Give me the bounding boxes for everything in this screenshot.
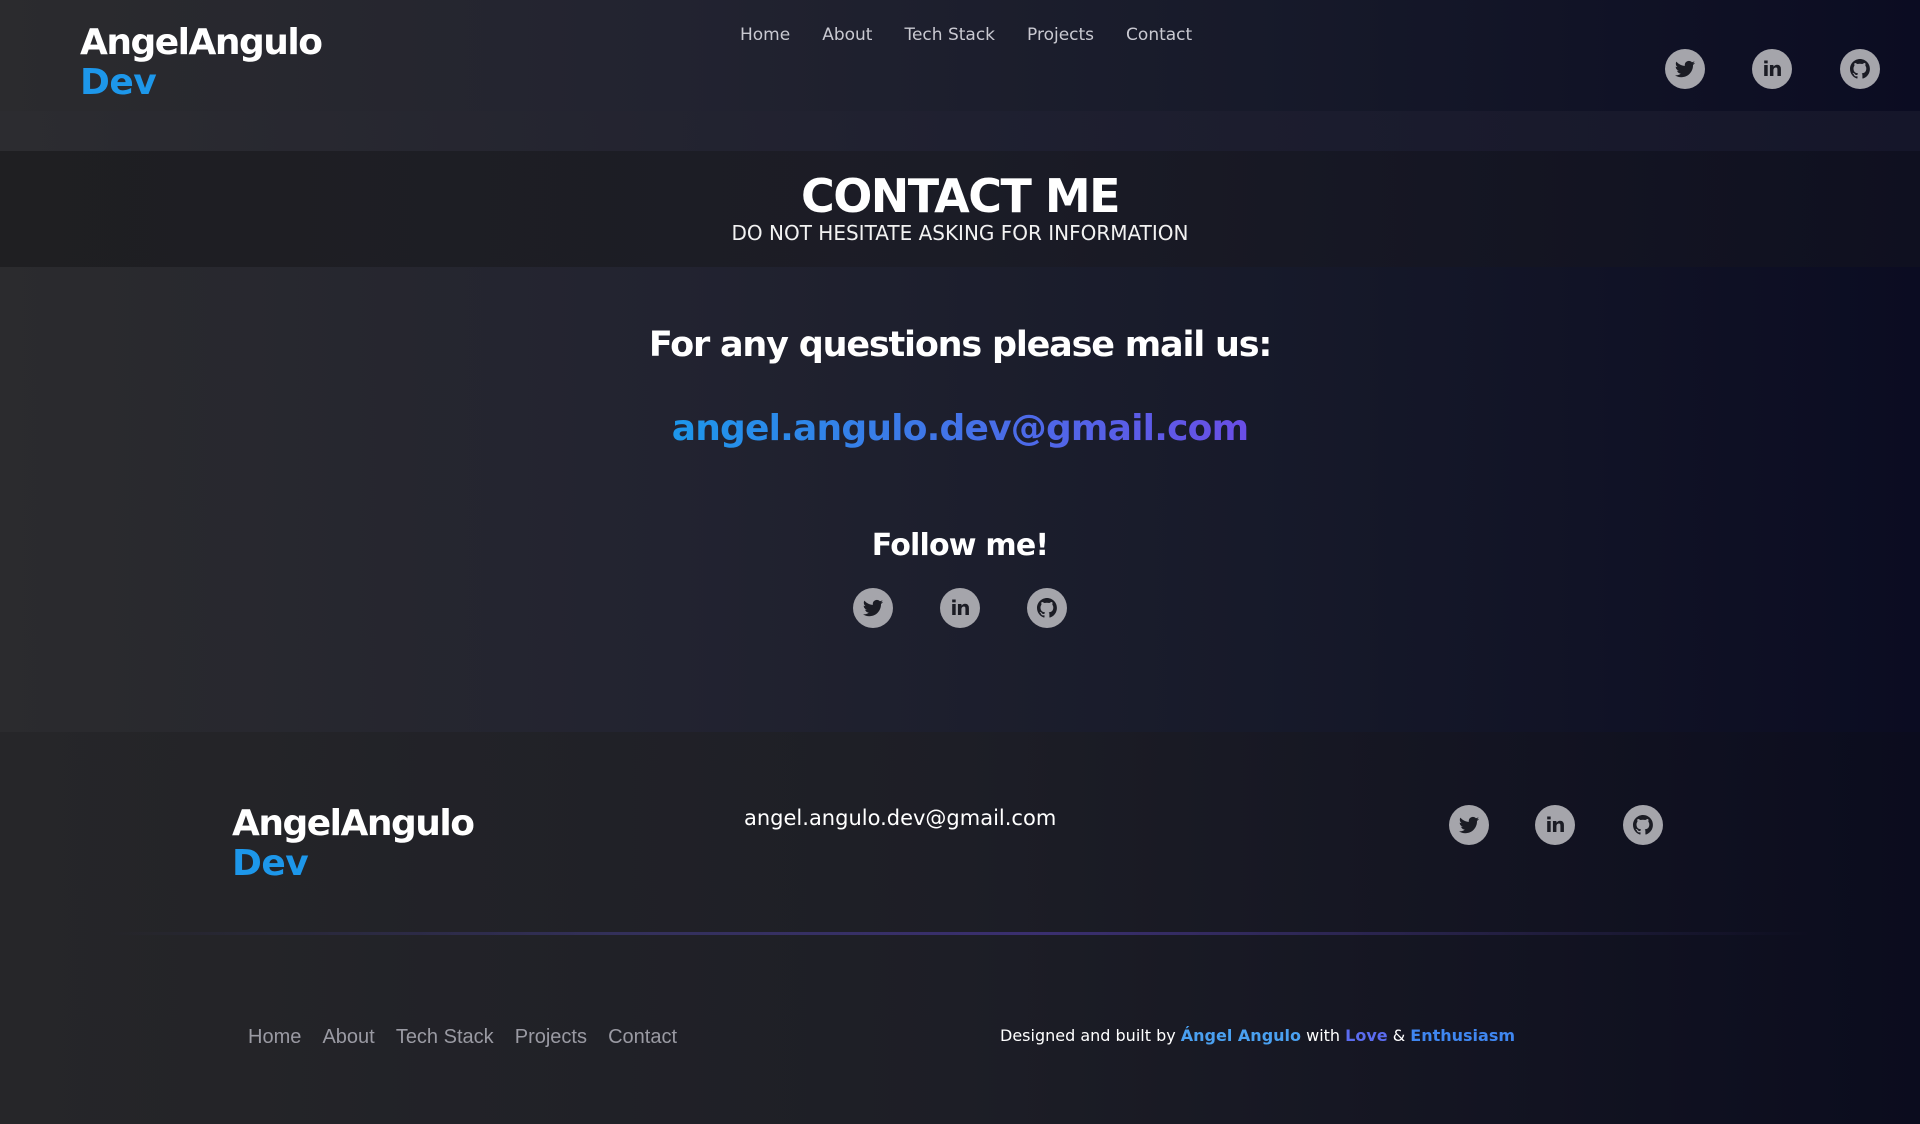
footer-logo-dev: Dev xyxy=(232,843,309,884)
nav-about[interactable]: About xyxy=(822,25,872,45)
twitter-icon[interactable] xyxy=(1449,805,1489,845)
footer-logo-main: AngelAngulo xyxy=(232,803,475,844)
footer-divider xyxy=(110,932,1810,935)
footer-nav-home[interactable]: Home xyxy=(248,1026,301,1048)
footer-nav-about[interactable]: About xyxy=(322,1026,374,1048)
nav-projects[interactable]: Projects xyxy=(1027,25,1094,45)
footer-nav-projects[interactable]: Projects xyxy=(515,1026,587,1048)
contact-question: For any questions please mail us: xyxy=(648,325,1273,365)
twitter-icon[interactable] xyxy=(1665,49,1705,89)
credit-amp: & xyxy=(1387,1026,1411,1045)
credit-with: with xyxy=(1301,1026,1346,1045)
logo[interactable]: AngelAngulo Dev xyxy=(80,22,323,103)
linkedin-glyph: in xyxy=(950,596,970,620)
footer-logo[interactable]: AngelAngulo Dev xyxy=(232,803,475,884)
footer-credit: Designed and built by Ángel Angulo with … xyxy=(1000,1026,1515,1045)
logo-dev: Dev xyxy=(80,62,157,103)
nav-contact[interactable]: Contact xyxy=(1126,25,1192,45)
nav-home[interactable]: Home xyxy=(740,25,790,45)
hero-band: CONTACT ME DO NOT HESITATE ASKING FOR IN… xyxy=(0,151,1920,267)
credit-love: Love xyxy=(1345,1026,1388,1045)
contact-email-wrap: angel.angulo.dev@gmail.com xyxy=(0,408,1920,449)
page-title: CONTACT ME xyxy=(800,169,1121,223)
linkedin-icon[interactable]: in xyxy=(1752,49,1792,89)
linkedin-icon[interactable]: in xyxy=(940,588,980,628)
linkedin-glyph: in xyxy=(1762,57,1782,81)
page-subtitle: DO NOT HESITATE ASKING FOR INFORMATION xyxy=(731,221,1189,245)
footer-email-link[interactable]: angel.angulo.dev@gmail.com xyxy=(744,806,1056,830)
github-icon[interactable] xyxy=(1027,588,1067,628)
logo-main: AngelAngulo xyxy=(80,22,323,63)
twitter-icon[interactable] xyxy=(853,588,893,628)
contact-email-link[interactable]: angel.angulo.dev@gmail.com xyxy=(672,408,1249,449)
footer-nav-tech-stack[interactable]: Tech Stack xyxy=(396,1026,494,1048)
credit-author: Ángel Angulo xyxy=(1180,1026,1302,1045)
github-icon[interactable] xyxy=(1623,805,1663,845)
credit-enthusiasm: Enthusiasm xyxy=(1410,1026,1516,1045)
footer: AngelAngulo Dev angel.angulo.dev@gmail.c… xyxy=(0,732,1920,1124)
main-nav: Home About Tech Stack Projects Contact xyxy=(740,25,1224,45)
footer-nav-contact[interactable]: Contact xyxy=(608,1026,677,1048)
credit-prefix: Designed and built by xyxy=(1000,1026,1181,1045)
linkedin-glyph: in xyxy=(1545,813,1565,837)
github-icon[interactable] xyxy=(1840,49,1880,89)
header-divider-strip xyxy=(0,111,1920,151)
follow-heading: Follow me! xyxy=(871,528,1049,563)
footer-nav: Home About Tech Stack Projects Contact xyxy=(248,1026,693,1049)
nav-tech-stack[interactable]: Tech Stack xyxy=(904,25,995,45)
linkedin-icon[interactable]: in xyxy=(1535,805,1575,845)
